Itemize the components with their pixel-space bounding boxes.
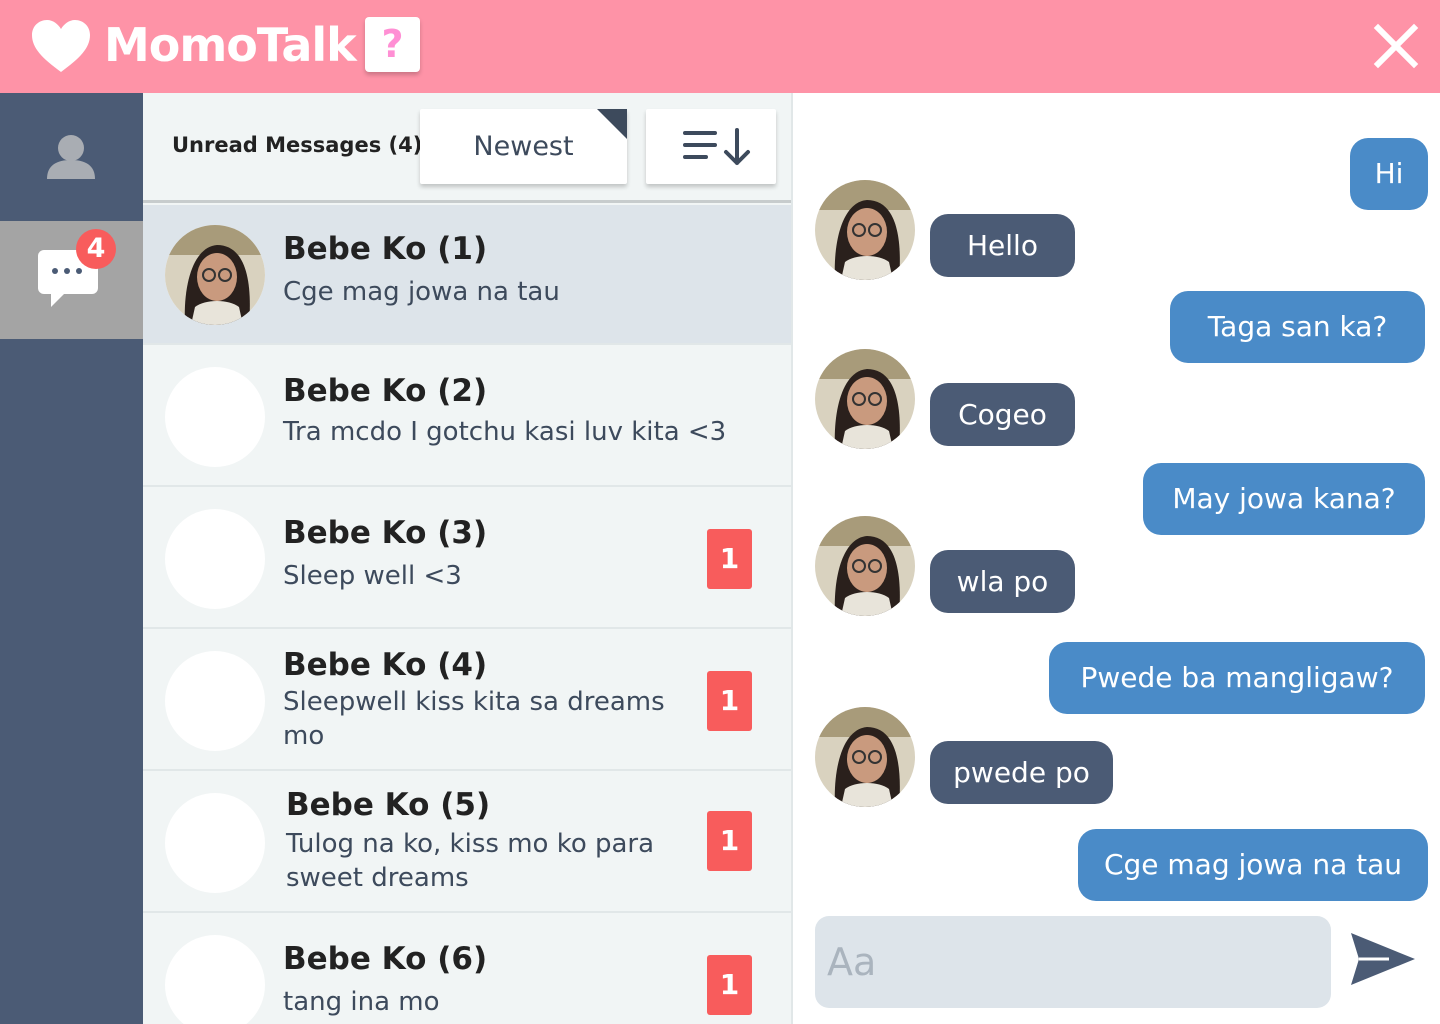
message-preview: Tulog na ko, kiss mo ko para sweet dream…: [286, 829, 655, 893]
dropdown-corner-icon: [597, 109, 627, 139]
contact-name: Bebe Ko (2): [283, 373, 488, 409]
contact-name: Bebe Ko (1): [283, 231, 488, 267]
list-header: Unread Messages (4) Newest: [143, 93, 791, 203]
user-icon: [47, 135, 95, 179]
message-preview: Sleep well <3: [283, 561, 462, 591]
unread-count-badge: 4: [76, 229, 116, 269]
outgoing-message: Hi: [1350, 138, 1428, 210]
app-title: MomoTalk: [104, 18, 357, 72]
conversation-item[interactable]: Bebe Ko (2) Tra mcdo I gotchu kasi luv k…: [143, 347, 791, 487]
contact-avatar: [815, 516, 915, 616]
side-rail: 4: [0, 93, 143, 1024]
message-preview: Sleepwell kiss kita sa dreams mo: [283, 687, 665, 751]
message-input[interactable]: [815, 916, 1331, 1008]
incoming-message: Cogeo: [930, 383, 1075, 446]
outgoing-message: Taga san ka?: [1170, 291, 1425, 363]
sort-newest-button[interactable]: Newest: [420, 109, 627, 184]
conversation-list-pane: Unread Messages (4) Newest Bebe Ko (1) C…: [143, 93, 791, 1024]
unread-badge: 1: [707, 671, 752, 731]
incoming-message: wla po: [930, 550, 1075, 613]
contact-avatar: [815, 180, 915, 280]
unread-badge: 1: [707, 811, 752, 871]
help-button[interactable]: ?: [365, 17, 420, 72]
conversation-item[interactable]: Bebe Ko (6) tang ina mo 1: [143, 915, 791, 1024]
contact-name: Bebe Ko (4): [283, 647, 488, 683]
contact-avatar: [815, 349, 915, 449]
unread-badge: 1: [707, 529, 752, 589]
contact-name: Bebe Ko (3): [283, 515, 488, 551]
sort-order-button[interactable]: [646, 109, 776, 184]
avatar: [165, 509, 265, 609]
conversation-item[interactable]: Bebe Ko (5) Tulog na ko, kiss mo ko para…: [143, 773, 791, 913]
contact-avatar: [815, 707, 915, 807]
outgoing-message: May jowa kana?: [1143, 463, 1425, 535]
rail-item-chats[interactable]: 4: [0, 221, 143, 339]
message-preview: tang ina mo: [283, 987, 440, 1017]
send-icon[interactable]: [1349, 931, 1417, 987]
close-icon[interactable]: [1372, 22, 1420, 70]
contact-name: Bebe Ko (6): [283, 941, 488, 977]
avatar: [165, 793, 265, 893]
avatar: [165, 225, 265, 325]
conversation-item[interactable]: Bebe Ko (1) Cge mag jowa na tau: [143, 205, 791, 345]
incoming-message: pwede po: [930, 741, 1113, 804]
conversation-item[interactable]: Bebe Ko (4) Sleepwell kiss kita sa dream…: [143, 631, 791, 771]
outgoing-message: Pwede ba mangligaw?: [1049, 642, 1425, 714]
message-preview: Cge mag jowa na tau: [283, 277, 560, 307]
outgoing-message: Cge mag jowa na tau: [1078, 829, 1428, 901]
sort-newest-label: Newest: [473, 131, 574, 162]
message-preview: Tra mcdo I gotchu kasi luv kita <3: [283, 417, 727, 447]
conversation-item[interactable]: Bebe Ko (3) Sleep well <3 1: [143, 489, 791, 629]
avatar: [165, 651, 265, 751]
unread-messages-label: Unread Messages (4): [172, 133, 423, 157]
unread-badge: 1: [707, 955, 752, 1015]
incoming-message: Hello: [930, 214, 1075, 277]
avatar: [165, 935, 265, 1024]
sort-descending-icon: [683, 128, 750, 165]
profile-photo-icon: [165, 225, 265, 325]
contact-name: Bebe Ko (5): [286, 787, 491, 823]
heart-logo-icon: [32, 20, 90, 72]
rail-item-profile[interactable]: [0, 93, 143, 211]
app-header: MomoTalk ?: [0, 0, 1440, 93]
avatar: [165, 367, 265, 467]
chat-pane: Hi Hello Taga san ka? Cogeo May jowa kan…: [791, 93, 1440, 1024]
